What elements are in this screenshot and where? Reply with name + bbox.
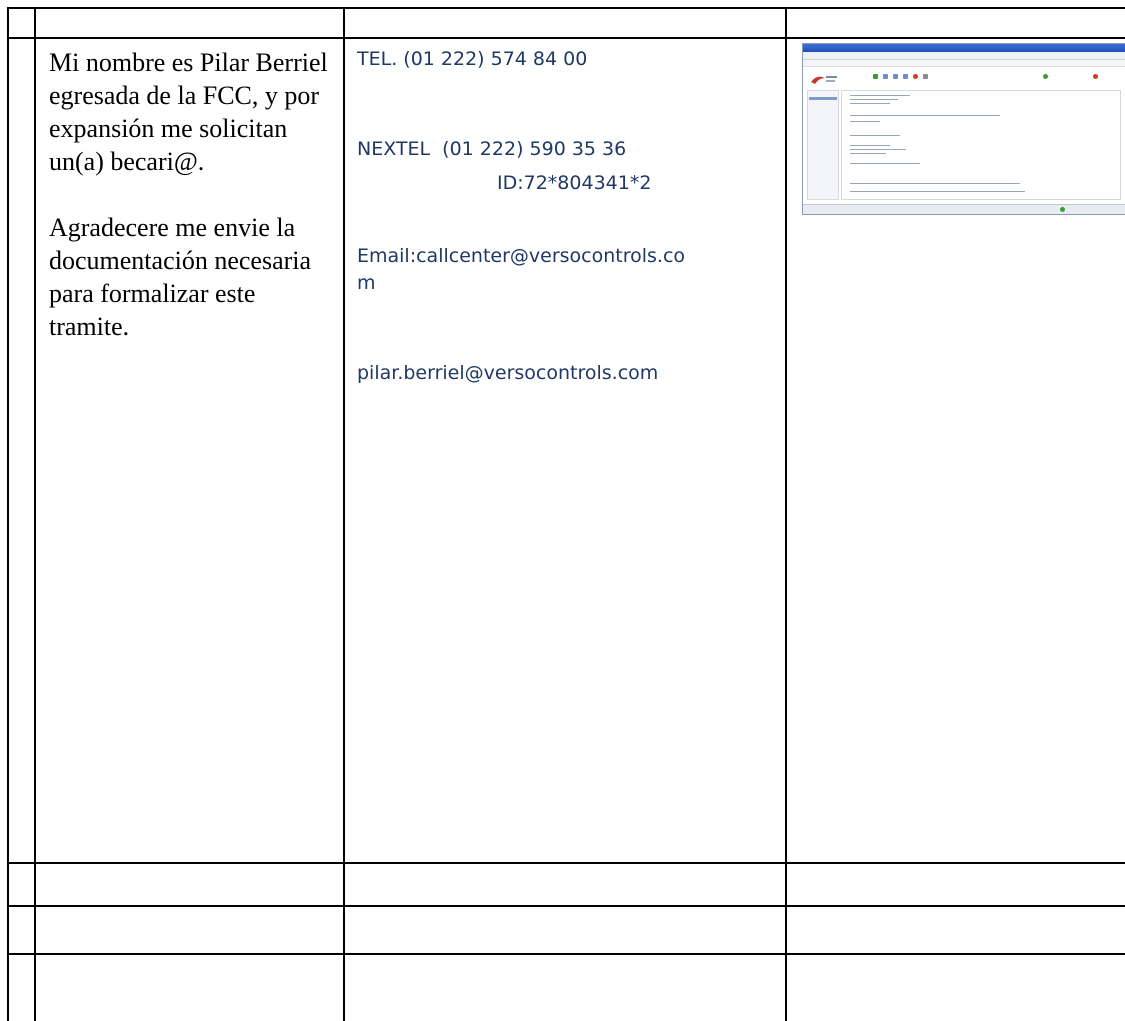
embedded-screenshot-thumbnail (802, 43, 1125, 215)
thumbnail-logo-icon (811, 76, 837, 84)
table-column-divider-2 (343, 7, 345, 1021)
message-paragraph-intro: Mi nombre es Pilar Berriel egresada de l… (49, 48, 328, 176)
thumbnail-titlebar (803, 44, 1125, 52)
thumbnail-address-bar (803, 52, 1125, 60)
thumbnail-menu-bar (803, 60, 1125, 67)
message-cell: Mi nombre es Pilar Berriel egresada de l… (49, 46, 335, 343)
table-left-border (7, 7, 9, 1021)
thumbnail-settings-icon (1043, 74, 1048, 79)
thumbnail-folder-pane (807, 90, 839, 200)
table-row-divider-4 (7, 953, 1125, 955)
thumbnail-forward-icon (903, 74, 908, 79)
message-paragraph-request: Agradecere me envie la documentación nec… (49, 213, 312, 341)
table-row-divider-2 (7, 862, 1125, 864)
thumbnail-delete-icon (913, 74, 918, 79)
thumbnail-status-icon (1060, 207, 1065, 212)
thumbnail-close-icon (1093, 74, 1098, 79)
table-column-divider-3 (785, 7, 787, 1021)
telephone-number: TEL. (01 222) 574 84 00 (357, 48, 588, 70)
table-row-divider-3 (7, 905, 1125, 907)
thumbnail-message-pane (841, 90, 1121, 200)
nextel-number: NEXTEL (01 222) 590 35 36 (357, 138, 627, 160)
email-callcenter-line-1: Email:callcenter@versocontrols.co (357, 245, 686, 267)
email-pilar: pilar.berriel@versocontrols.com (357, 362, 659, 384)
table-column-divider-1 (34, 7, 36, 1021)
thumbnail-print-icon (923, 74, 928, 79)
thumbnail-selected-folder (809, 97, 837, 100)
table-row-divider-1 (7, 37, 1125, 39)
thumbnail-status-bar (803, 204, 1125, 214)
nextel-id: ID:72*804341*2 (497, 172, 652, 194)
email-callcenter-line-2: m (357, 272, 376, 294)
thumbnail-body (803, 68, 1125, 204)
thumbnail-edit-icon (883, 74, 888, 79)
thumbnail-reply-icon (893, 74, 898, 79)
table-top-border (7, 7, 1125, 9)
thumbnail-back-icon (873, 74, 878, 79)
